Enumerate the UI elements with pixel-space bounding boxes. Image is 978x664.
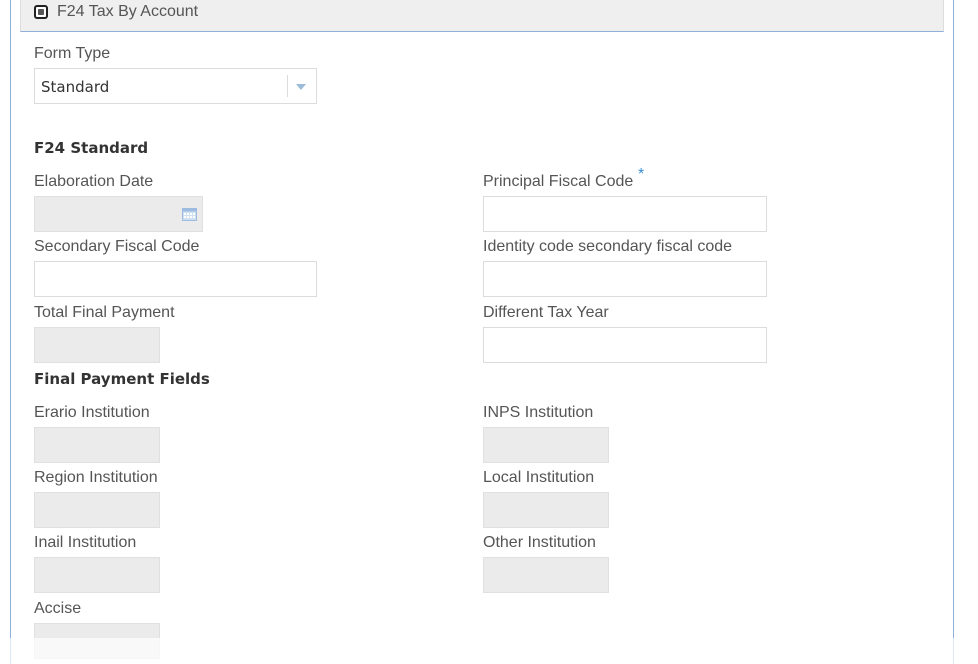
collapse-toggle-icon[interactable] [34,5,48,19]
inail-institution-label: Inail Institution [34,534,137,551]
chevron-down-icon[interactable] [296,84,306,90]
region-institution-label: Region Institution [34,469,158,486]
elaboration-date-field[interactable] [34,196,203,232]
secondary-fiscal-code-label: Secondary Fiscal Code [34,238,200,255]
inps-institution-field[interactable] [483,427,609,463]
local-institution-field[interactable] [483,492,609,528]
required-marker: * [638,166,645,183]
section-title: F24 Tax By Account [57,3,199,20]
principal-fiscal-code-label: Principal Fiscal Code [483,173,634,190]
f24-standard-heading: F24 Standard [34,139,149,157]
principal-fiscal-code-field[interactable] [483,196,767,232]
identity-code-secondary-label: Identity code secondary fiscal code [483,238,733,255]
select-divider [287,75,288,97]
inail-institution-field[interactable] [34,557,160,593]
form-type-label: Form Type [34,45,111,62]
inps-institution-label: INPS Institution [483,404,594,421]
other-institution-field[interactable] [483,557,609,593]
accise-label: Accise [34,600,82,617]
different-tax-year-field[interactable] [483,327,767,363]
local-institution-label: Local Institution [483,469,595,486]
elaboration-date-label: Elaboration Date [34,173,154,190]
total-final-payment-label: Total Final Payment [34,304,175,321]
other-institution-label: Other Institution [483,534,596,551]
bottom-overlay [0,638,978,664]
form-type-selected-value: Standard [41,78,110,96]
secondary-fiscal-code-field[interactable] [34,261,317,297]
final-payment-fields-heading: Final Payment Fields [34,370,210,388]
total-final-payment-field[interactable] [34,327,160,363]
erario-institution-field[interactable] [34,427,160,463]
form-type-select[interactable]: Standard [34,68,317,104]
erario-institution-label: Erario Institution [34,404,150,421]
identity-code-secondary-field[interactable] [483,261,767,297]
region-institution-field[interactable] [34,492,160,528]
different-tax-year-label: Different Tax Year [483,304,609,321]
calendar-icon[interactable] [182,207,197,221]
